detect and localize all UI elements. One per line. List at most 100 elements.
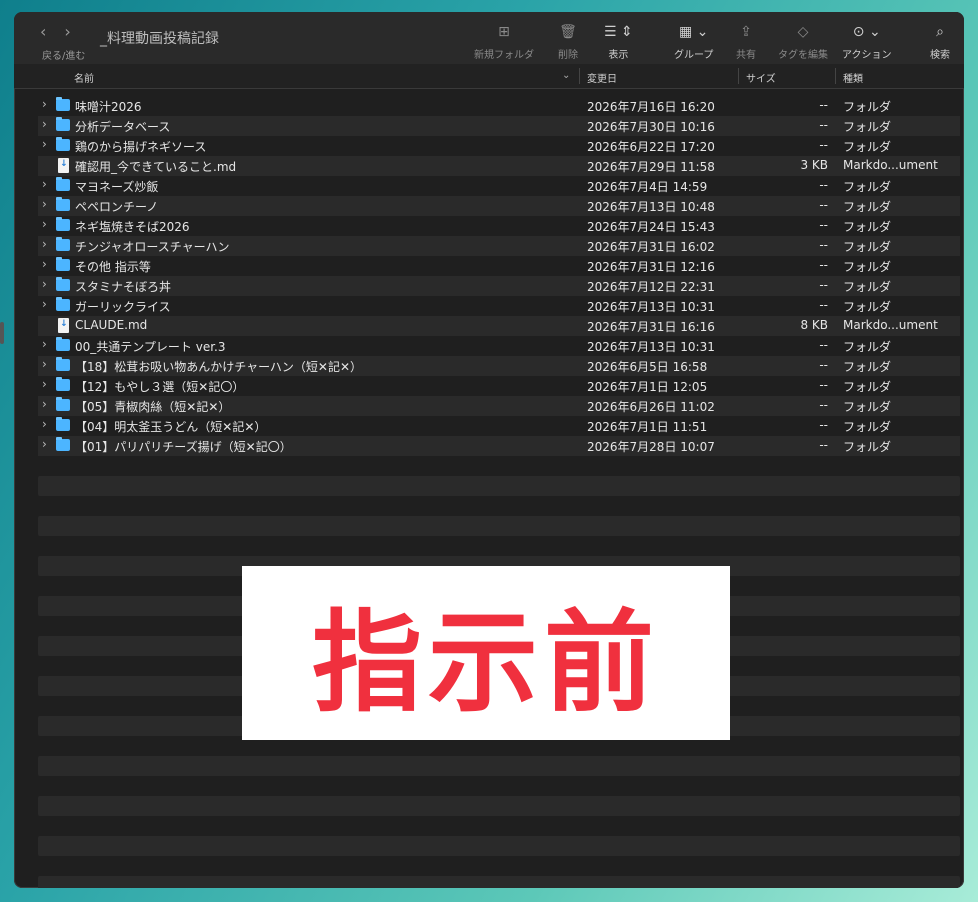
row-name: 【12】もやし３選（短✕記〇） [75,380,245,394]
edit-tags-button[interactable]: ◇ タグを編集 [778,22,828,61]
folder-icon [56,117,70,131]
action-button[interactable]: ⊙ ⌄ アクション [842,22,892,61]
empty-row [38,876,960,888]
share-button[interactable]: ⇪ 共有 [736,22,756,61]
chevron-left-icon[interactable]: ‹ [40,22,46,41]
file-row[interactable]: 確認用_今できていること.md 2026年7月29日 11:58 3 KB Markd… [38,156,960,176]
disclosure-chevron-icon[interactable]: › [42,297,47,311]
row-size: -- [819,218,828,232]
row-date: 2026年7月31日 16:02 [587,240,715,254]
chevron-right-icon[interactable]: › [64,22,70,41]
file-row[interactable]: CLAUDE.md 2026年7月31日 16:16 8 KB Markdo...um… [38,316,960,336]
row-date: 2026年7月13日 10:31 [587,340,715,354]
row-name: ガーリックライス [75,300,171,314]
disclosure-chevron-icon[interactable]: › [42,377,47,391]
disclosure-chevron-icon[interactable]: › [42,357,47,371]
trash-icon: 🗑 [559,24,577,40]
folder-row[interactable]: › マヨネーズ炒飯 2026年7月4日 14:59 -- フォルダ [38,176,960,196]
delete-button[interactable]: 🗑 削除 [558,22,578,61]
row-date: 2026年7月13日 10:48 [587,200,715,214]
row-size: -- [819,278,828,292]
row-name: 【05】青椒肉絲（短✕記✕） [75,400,231,414]
row-date: 2026年6月26日 11:02 [587,400,715,414]
disclosure-chevron-icon[interactable]: › [42,197,47,211]
row-date: 2026年7月31日 16:16 [587,320,715,334]
disclosure-chevron-icon[interactable]: › [42,217,47,231]
row-date: 2026年7月1日 12:05 [587,380,708,394]
disclosure-chevron-icon[interactable]: › [42,237,47,251]
sort-chevron-icon[interactable]: ⌄ [562,70,570,81]
disclosure-chevron-icon[interactable]: › [42,117,47,131]
empty-row [38,836,960,856]
row-kind: フォルダ [843,440,892,454]
search-button[interactable]: ⌕ 検索 [930,22,950,61]
disclosure-chevron-icon[interactable]: › [42,97,47,111]
row-size: 3 KB [800,158,828,172]
folder-icon [56,417,70,431]
folder-row[interactable]: › 00_共通テンプレート ver.3 2026年7月13日 10:31 -- フォルダ [38,336,960,356]
folder-row[interactable]: › 【04】明太釜玉うどん（短✕記✕） 2026年7月1日 11:51 -- フォルダ [38,416,960,436]
empty-row [38,756,960,776]
tag-icon: ◇ [797,24,809,40]
folder-row[interactable]: › 味噌汁2026 2026年7月16日 16:20 -- フォルダ [38,96,960,116]
folder-row[interactable]: › スタミナそぼろ丼 2026年7月12日 22:31 -- フォルダ [38,276,960,296]
row-size: -- [819,398,828,412]
folder-icon [56,97,70,111]
row-size: -- [819,358,828,372]
folder-icon [56,257,70,271]
folder-row[interactable]: › その他 指示等 2026年7月31日 12:16 -- フォルダ [38,256,960,276]
disclosure-chevron-icon[interactable]: › [42,337,47,351]
row-name: 味噌汁2026 [75,100,142,114]
empty-row [38,796,960,816]
finder-window: ‹ › 戻る/進む _料理動画投稿記録 ⊞ 新規フォルダ 🗑 削除 ☰ ⇕ 表示… [14,12,964,888]
column-size[interactable]: サイズ [746,70,776,85]
row-name: 00_共通テンプレート ver.3 [75,340,226,354]
column-divider [835,68,836,84]
row-date: 2026年7月12日 22:31 [587,280,715,294]
column-date[interactable]: 変更日 [587,70,617,85]
column-kind[interactable]: 種類 [843,70,863,85]
folder-row[interactable]: › 鶏のから揚げネギソース 2026年6月22日 17:20 -- フォルダ [38,136,960,156]
row-name: スタミナそぼろ丼 [75,280,172,294]
folder-icon [56,277,70,291]
folder-row[interactable]: › 【05】青椒肉絲（短✕記✕） 2026年6月26日 11:02 -- フォルダ [38,396,960,416]
row-size: -- [819,118,828,132]
row-kind: Markdo...ument [843,158,938,172]
file-list: › 味噌汁2026 2026年7月16日 16:20 -- フォルダ › 分析データベース 2… [38,96,960,456]
row-name: ペペロンチーノ [75,200,159,214]
folder-row[interactable]: › 分析データベース 2026年7月30日 10:16 -- フォルダ [38,116,960,136]
disclosure-chevron-icon[interactable]: › [42,417,47,431]
disclosure-chevron-icon[interactable]: › [42,437,47,451]
folder-row[interactable]: › チンジャオロースチャーハン 2026年7月31日 16:02 -- フォルダ [38,236,960,256]
folder-row[interactable]: › ガーリックライス 2026年7月13日 10:31 -- フォルダ [38,296,960,316]
row-size: -- [819,438,828,452]
disclosure-chevron-icon[interactable]: › [42,277,47,291]
share-icon: ⇪ [740,24,752,40]
folder-row[interactable]: › ネギ塩焼きそば2026 2026年7月24日 15:43 -- フォルダ [38,216,960,236]
nav-label: 戻る/進む [42,51,86,62]
view-button[interactable]: ☰ ⇕ 表示 [604,22,633,61]
row-name: チンジャオロースチャーハン [75,240,230,254]
disclosure-chevron-icon[interactable]: › [42,257,47,271]
row-kind: Markdo...ument [843,318,938,332]
group-button[interactable]: ▦ ⌄ グループ [674,22,713,61]
row-name: 鶏のから揚げネギソース [75,140,207,154]
new-folder-button[interactable]: ⊞ 新規フォルダ [474,22,534,61]
row-date: 2026年7月24日 15:43 [587,220,715,234]
ellipsis-circle-icon: ⊙ ⌄ [852,24,881,40]
row-size: -- [819,378,828,392]
disclosure-chevron-icon[interactable]: › [42,137,47,151]
group-icon: ▦ ⌄ [678,24,709,40]
disclosure-chevron-icon[interactable]: › [42,397,47,411]
row-name: 確認用_今できていること.md [75,160,237,174]
folder-row[interactable]: › 【12】もやし３選（短✕記〇） 2026年7月1日 12:05 -- フォルダ [38,376,960,396]
column-name[interactable]: 名前 [74,70,94,85]
row-kind: フォルダ [843,140,892,154]
row-date: 2026年7月28日 10:07 [587,440,715,454]
disclosure-chevron-icon[interactable]: › [42,177,47,191]
row-size: -- [819,138,828,152]
folder-row[interactable]: › ペペロンチーノ 2026年7月13日 10:48 -- フォルダ [38,196,960,216]
empty-row [38,516,960,536]
folder-row[interactable]: › 【01】パリパリチーズ揚げ（短✕記〇） 2026年7月28日 10:07 -- フォ… [38,436,960,456]
folder-row[interactable]: › 【18】松茸お吸い物あんかけチャーハン（短✕記✕） 2026年6月5日 16:5… [38,356,960,376]
